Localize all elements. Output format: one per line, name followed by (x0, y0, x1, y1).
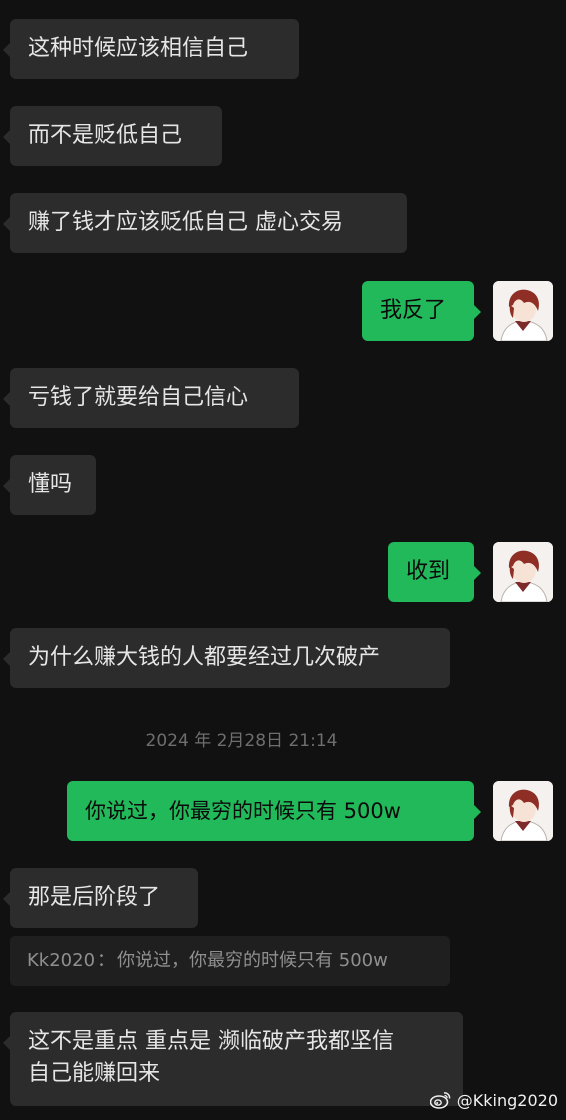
message-text: 那是后阶段了 (28, 885, 161, 910)
outgoing-message[interactable]: 你说过，你最穷的时候只有 500w (67, 781, 481, 841)
incoming-message[interactable]: 而不是贬低自己 (3, 106, 222, 166)
message-text: 亏钱了就要给自己信心 (28, 385, 249, 410)
outgoing-message[interactable]: 收到 (388, 542, 481, 602)
quote-separator: ： (97, 950, 116, 971)
quoted-message[interactable]: Kk2020：你说过，你最穷的时候只有 500w (10, 936, 450, 986)
avatar-illustration-icon (493, 542, 553, 602)
chat-timestamp: 2024 年 2月28日 21:14 (145, 731, 338, 751)
incoming-message[interactable]: 这种时候应该相信自己 (3, 19, 299, 79)
incoming-message[interactable]: 那是后阶段了 (3, 868, 198, 928)
watermark-handle: @Kking2020 (456, 1090, 558, 1110)
message-text: 懂吗 (28, 472, 73, 497)
incoming-message[interactable]: 亏钱了就要给自己信心 (3, 368, 299, 428)
message-text: 我反了 (380, 298, 447, 323)
avatar-illustration-icon (493, 281, 553, 341)
quote-text: 你说过，你最穷的时候只有 500w (117, 950, 388, 971)
message-text: 而不是贬低自己 (28, 123, 183, 148)
message-text-line: 自己能赚回来 (28, 1061, 161, 1086)
message-text: 这种时候应该相信自己 (28, 36, 249, 61)
avatar-illustration-icon (493, 781, 553, 841)
message-text: 为什么赚大钱的人都要经过几次破产 (28, 645, 381, 670)
message-text-line: 这不是重点 重点是 濒临破产我都坚信 (28, 1029, 394, 1054)
message-text: 赚了钱才应该贬低自己 虚心交易 (28, 210, 343, 235)
watermark: @Kking2020 (429, 1088, 558, 1112)
avatar[interactable] (493, 781, 553, 841)
message-text: 收到 (406, 559, 451, 584)
incoming-message[interactable]: 为什么赚大钱的人都要经过几次破产 (3, 628, 450, 688)
quote-sender: Kk2020 (27, 950, 96, 971)
weibo-icon (429, 1092, 451, 1109)
incoming-message[interactable]: 懂吗 (3, 455, 96, 515)
message-text: 你说过，你最穷的时候只有 500w (85, 799, 401, 823)
outgoing-message[interactable]: 我反了 (362, 281, 481, 341)
incoming-message[interactable]: 赚了钱才应该贬低自己 虚心交易 (3, 193, 407, 253)
avatar[interactable] (493, 542, 553, 602)
incoming-message[interactable]: 这不是重点 重点是 濒临破产我都坚信 自己能赚回来 (3, 1012, 463, 1106)
avatar[interactable] (493, 281, 553, 341)
